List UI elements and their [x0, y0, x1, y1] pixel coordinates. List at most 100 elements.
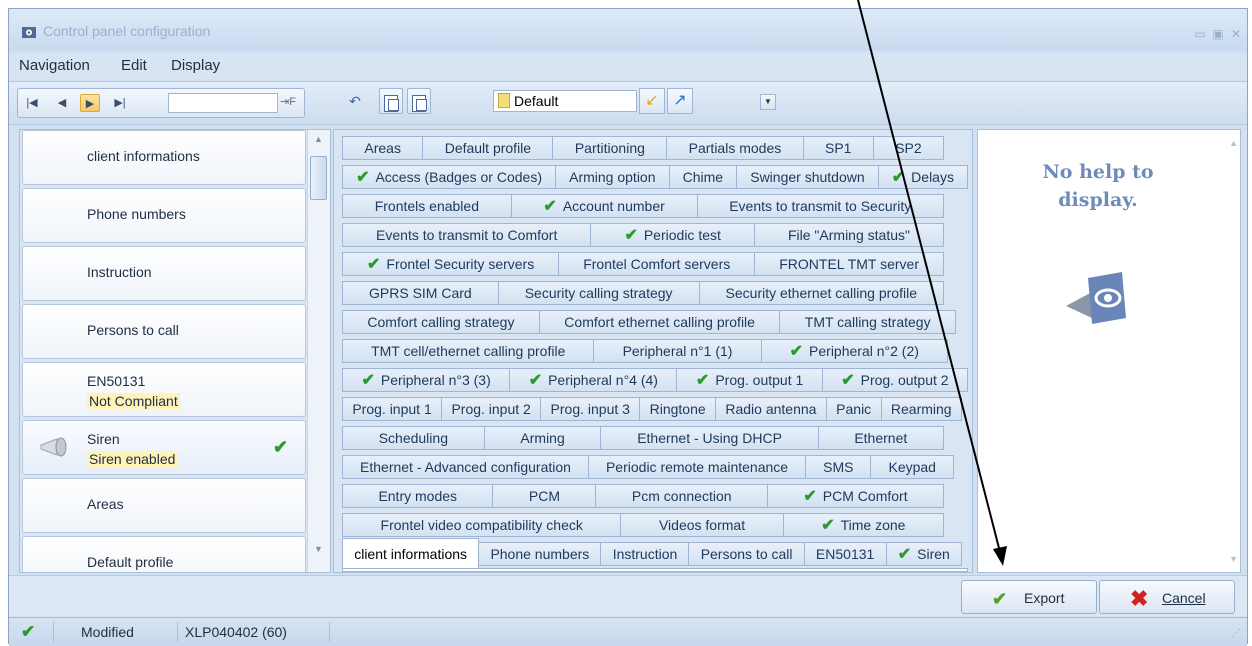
- tab-item[interactable]: Areas: [342, 136, 424, 160]
- tab-label: Scheduling: [378, 430, 448, 446]
- tab-item[interactable]: Periodic remote maintenance: [588, 455, 807, 479]
- tab-item[interactable]: Keypad: [871, 455, 954, 479]
- chevron-down-icon[interactable]: ▼: [760, 94, 776, 110]
- tab-item[interactable]: Radio antenna: [716, 397, 827, 421]
- tab-item[interactable]: Phone numbers: [479, 542, 602, 566]
- tab-item[interactable]: Rearming: [881, 397, 962, 421]
- tab-item[interactable]: ✔ Delays: [878, 165, 969, 189]
- help-scroll-up-icon[interactable]: ▲: [1229, 138, 1238, 148]
- undo-icon[interactable]: ↶: [343, 88, 367, 114]
- record-search-input[interactable]: [168, 93, 278, 113]
- tab-item[interactable]: ✔ Peripheral n°3 (3): [342, 368, 511, 392]
- minimize-icon[interactable]: ▭: [1193, 27, 1207, 41]
- last-record-icon[interactable]: ▶|: [110, 94, 130, 112]
- tab-item[interactable]: Frontel Comfort servers: [559, 252, 756, 276]
- tab-item[interactable]: ✔ Prog. output 1: [677, 368, 823, 392]
- section-item[interactable]: Areas: [22, 478, 306, 533]
- menu-display[interactable]: Display: [171, 57, 220, 74]
- tab-item[interactable]: Scheduling: [342, 426, 485, 450]
- tab-item[interactable]: ✔ Peripheral n°2 (2): [761, 339, 948, 363]
- tab-item[interactable]: ✔ Frontel Security servers: [342, 252, 560, 276]
- tab-item[interactable]: ✔ Account number: [511, 194, 698, 218]
- tab-item[interactable]: Ethernet - Advanced configuration: [342, 455, 589, 479]
- tab-item[interactable]: SP2: [873, 136, 945, 160]
- tab-item[interactable]: Security calling strategy: [498, 281, 700, 305]
- scroll-down-icon[interactable]: ▼: [314, 544, 323, 554]
- tab-item[interactable]: Ethernet - Using DHCP: [601, 426, 819, 450]
- tab-item[interactable]: PCM: [493, 484, 597, 508]
- first-record-icon[interactable]: |◀: [22, 94, 42, 112]
- tab-label: Areas: [364, 140, 401, 156]
- tab-item[interactable]: Partials modes: [667, 136, 804, 160]
- tab-item[interactable]: Ringtone: [640, 397, 717, 421]
- export-button[interactable]: ✔ Export: [961, 580, 1097, 614]
- tab-item[interactable]: Comfort ethernet calling profile: [539, 310, 781, 334]
- tab-item[interactable]: SP1: [803, 136, 874, 160]
- tab-item[interactable]: FRONTEL TMT server: [755, 252, 944, 276]
- profile-select[interactable]: Default ▼: [493, 90, 776, 112]
- tab-item[interactable]: Comfort calling strategy: [342, 310, 540, 334]
- tab-item[interactable]: Events to transmit to Comfort: [342, 223, 592, 247]
- tab-item[interactable]: Events to transmit to Security: [697, 194, 944, 218]
- scroll-up-icon[interactable]: ▲: [314, 134, 323, 144]
- tab-item[interactable]: Partitioning: [553, 136, 668, 160]
- section-item[interactable]: Instruction: [22, 246, 306, 301]
- resize-grip-icon[interactable]: ⋰: [1231, 628, 1241, 639]
- section-item[interactable]: Siren Siren enabled ✔: [22, 420, 306, 475]
- maximize-icon[interactable]: ▣: [1211, 27, 1225, 41]
- section-item[interactable]: client informations: [22, 130, 306, 185]
- section-item[interactable]: Persons to call: [22, 304, 306, 359]
- tab-item[interactable]: ✔ Periodic test: [591, 223, 755, 247]
- scroll-thumb[interactable]: [310, 156, 327, 200]
- tab-item[interactable]: Instruction: [601, 542, 690, 566]
- section-item[interactable]: Phone numbers: [22, 188, 306, 243]
- tab-label: SP1: [824, 140, 852, 156]
- tab-item[interactable]: TMT calling strategy: [780, 310, 956, 334]
- tab-item[interactable]: Arming: [484, 426, 602, 450]
- tab-item[interactable]: Videos format: [621, 513, 784, 537]
- section-item[interactable]: EN50131 Not Compliant: [22, 362, 306, 417]
- go-to-record-button[interactable]: ⇥F: [280, 95, 296, 108]
- tab-item[interactable]: Pcm connection: [596, 484, 768, 508]
- section-item[interactable]: Default profile: [22, 536, 306, 572]
- tab-item[interactable]: ✔ Time zone: [783, 513, 945, 537]
- tab-item[interactable]: Ethernet: [818, 426, 944, 450]
- tab-item[interactable]: GPRS SIM Card: [342, 281, 499, 305]
- cancel-button[interactable]: ✖ Cancel: [1099, 580, 1235, 614]
- tab-item[interactable]: ✔ Prog. output 2: [822, 368, 969, 392]
- tab-item[interactable]: Swinger shutdown: [737, 165, 879, 189]
- tab-item[interactable]: Security ethernet calling profile: [699, 281, 944, 305]
- tab-item[interactable]: File "Arming status": [754, 223, 945, 247]
- tab-item[interactable]: Frontels enabled: [342, 194, 512, 218]
- previous-record-icon[interactable]: ◀: [52, 94, 72, 112]
- tab-item[interactable]: Chime: [669, 165, 738, 189]
- tab-item[interactable]: ✔ Peripheral n°4 (4): [510, 368, 678, 392]
- tab-item[interactable]: Frontel video compatibility check: [342, 513, 622, 537]
- tab-item[interactable]: EN50131: [804, 542, 887, 566]
- tab-item[interactable]: ✔ PCM Comfort: [767, 484, 945, 508]
- tab-item[interactable]: client informations: [342, 538, 480, 568]
- tab-item[interactable]: Default profile: [423, 136, 554, 160]
- next-record-icon[interactable]: ▶: [80, 94, 100, 112]
- tab-item[interactable]: Prog. input 2: [442, 397, 542, 421]
- paste-icon[interactable]: [407, 88, 431, 114]
- tab-item[interactable]: Prog. input 1: [342, 397, 443, 421]
- tab-item[interactable]: TMT cell/ethernet calling profile: [342, 339, 595, 363]
- close-icon[interactable]: ✕: [1229, 27, 1243, 41]
- tab-item[interactable]: SMS: [806, 455, 872, 479]
- tab-item[interactable]: Peripheral n°1 (1): [594, 339, 762, 363]
- menu-navigation[interactable]: Navigation: [19, 57, 90, 74]
- section-list-scrollbar[interactable]: ▲ ▼: [307, 130, 330, 572]
- menu-edit[interactable]: Edit: [121, 57, 147, 74]
- tab-item[interactable]: Panic: [826, 397, 882, 421]
- export-arrow-icon[interactable]: ↗: [667, 88, 693, 114]
- tab-item[interactable]: ✔ Access (Badges or Codes): [342, 165, 557, 189]
- tab-item[interactable]: Persons to call: [689, 542, 805, 566]
- import-arrow-icon[interactable]: ↙: [639, 88, 665, 114]
- tab-item[interactable]: Arming option: [556, 165, 670, 189]
- help-scroll-down-icon[interactable]: ▼: [1229, 554, 1238, 564]
- tab-item[interactable]: Prog. input 3: [541, 397, 641, 421]
- tab-item[interactable]: Entry modes: [342, 484, 494, 508]
- copy-icon[interactable]: [379, 88, 403, 114]
- tab-item[interactable]: ✔ Siren: [886, 542, 963, 566]
